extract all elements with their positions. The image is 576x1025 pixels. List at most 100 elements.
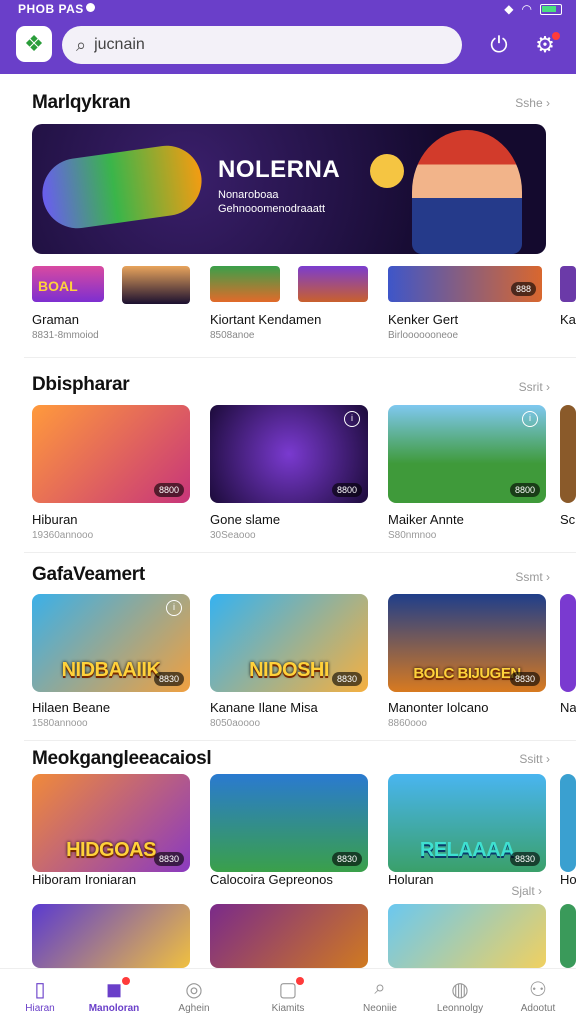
mini-sub: Birlooooooneoe [388, 330, 459, 341]
card-title: Kanane Ilane Misa [210, 700, 318, 715]
card-title: Ho [560, 872, 576, 887]
divider [24, 552, 576, 553]
see-all-link[interactable]: Ssmt › [515, 570, 550, 584]
hero-subtitle: Nonaroboaa Gehnooomenodraaatt [218, 189, 326, 215]
character-illustration [412, 130, 522, 254]
see-all-link[interactable]: Ssrit › [519, 380, 550, 394]
wifi-icon: ◠ [521, 2, 532, 16]
card-sub: 30Seaooo [210, 530, 256, 541]
gamepad-illustration [37, 141, 207, 233]
divider [24, 357, 576, 358]
mini-title: Graman [32, 312, 79, 327]
nav-badge [122, 977, 130, 985]
section-title: GafaVeamert [32, 564, 145, 585]
mini-title: Ka [560, 312, 576, 327]
card-title: Hilaen Beane [32, 700, 111, 715]
card-title: Sc [560, 512, 576, 527]
game-card[interactable]: HIDGOAS 8830 [32, 774, 190, 872]
game-card[interactable]: i 8800 [210, 405, 368, 503]
card-title: Holuran [388, 872, 434, 887]
game-card[interactable]: NIDOSHI 8830 [210, 594, 368, 692]
hero-banner[interactable]: NOLERNA Nonaroboaa Gehnooomenodraaatt [32, 124, 546, 254]
nav-item-neoniie[interactable]: ⌕ Neoniie [340, 969, 420, 1025]
game-card[interactable]: i NIDBAAIIK 8830 [32, 594, 190, 692]
game-card[interactable] [32, 904, 190, 968]
game-card[interactable] [560, 904, 576, 968]
notification-icon: ◆ [504, 2, 514, 16]
section-title: Meokgangleeacaiosl [32, 748, 212, 769]
main-content: Marlqykran Sshe › NOLERNA Nonaroboaa Geh… [0, 74, 576, 968]
info-icon: i [344, 411, 360, 427]
gear-badge [552, 32, 560, 40]
card-title: Gone slame [210, 512, 281, 527]
game-card[interactable] [560, 405, 576, 503]
see-all-link[interactable]: Ssitt › [519, 752, 550, 766]
search-icon: ⌕ [374, 977, 386, 999]
mini-sub: 8831-8mmoiod [32, 330, 99, 341]
mini-thumb[interactable]: BOAL [32, 266, 104, 302]
search-bar[interactable]: ⌕ [62, 26, 462, 64]
game-card[interactable]: 8800 [32, 405, 190, 503]
compass-icon: ◎ [185, 979, 203, 1001]
search-input[interactable] [94, 36, 425, 54]
app-logo-icon[interactable]: ❖ [16, 26, 52, 62]
game-card[interactable]: 8830 [210, 774, 368, 872]
inbox-icon: ▢ [278, 979, 298, 1001]
divider [24, 740, 576, 741]
top-bar: PHOB PAS ◆ ◠ ❖ ⌕ ⏻ ⚙ [0, 0, 576, 74]
game-card[interactable] [560, 774, 576, 872]
home-icon: ◼ [105, 979, 123, 1001]
mini-sub: 8508anoe [210, 330, 255, 341]
game-card[interactable]: RELAAAA 8830 [388, 774, 546, 872]
nav-item-kiamits[interactable]: ▢ Kiamits [248, 969, 328, 1025]
card-sub: 1580annooo [32, 718, 88, 729]
nav-item-manoloran[interactable]: ◼ Manoloran [74, 969, 154, 1025]
game-card[interactable] [210, 904, 368, 968]
info-icon: i [522, 411, 538, 427]
game-card[interactable]: BOLC BIJUGEN 8830 [388, 594, 546, 692]
card-title: Hiburan [32, 512, 78, 527]
nav-item-adootut[interactable]: ⚇ Adootut [498, 969, 576, 1025]
search-icon: ⌕ [76, 34, 87, 55]
nav-item-leonnolgy[interactable]: ◍ Leonnolgy [420, 969, 500, 1025]
mini-strip: BOAL 888 Graman 8831-8mmoiod Kiortant Ke… [0, 266, 576, 356]
status-time: PHOB PAS [18, 2, 84, 16]
nav-badge [296, 977, 304, 985]
card-title: Manonter Iolcano [388, 700, 489, 715]
card-sub: S80nmnoo [388, 530, 437, 541]
card-title: Hiboram Ironiaran [32, 872, 137, 887]
mini-thumb[interactable] [122, 266, 190, 304]
battery-icon [540, 3, 562, 15]
section-title: Marlqykran [32, 92, 131, 113]
see-all-link[interactable]: Sshe › [515, 96, 550, 110]
mini-thumb[interactable]: 888 [388, 266, 542, 302]
profile-icon: ⚇ [529, 979, 547, 1001]
mini-thumb[interactable] [298, 266, 368, 302]
game-card[interactable] [388, 904, 546, 968]
bottom-nav: ▯ Hiaran ◼ Manoloran ◎ Aghein ▢ Kiamits … [0, 968, 576, 1024]
card-sub: 8050aoooo [210, 718, 261, 729]
mini-thumb[interactable] [560, 266, 576, 302]
card-title: Na [560, 700, 576, 715]
mini-title: Kiortant Kendamen [210, 312, 322, 327]
timer-icon[interactable]: ⏻ [486, 32, 512, 58]
status-shield-icon [86, 3, 95, 12]
card-title: Maiker Annte [388, 512, 464, 527]
see-all-link[interactable]: Sjalt › [511, 884, 542, 898]
info-icon: i [166, 600, 182, 616]
status-bar: PHOB PAS ◆ ◠ [0, 0, 576, 18]
game-card[interactable] [560, 594, 576, 692]
hero-title: NOLERNA [218, 156, 341, 183]
card-sub: 8860ooo [388, 718, 427, 729]
section-title: Dbispharar [32, 374, 130, 395]
mini-title: Kenker Gert [388, 312, 459, 327]
nav-item-aghein[interactable]: ◎ Aghein [154, 969, 234, 1025]
card-sub: 19360annooo [32, 530, 94, 541]
game-card[interactable]: i 8800 [388, 405, 546, 503]
mini-thumb[interactable] [210, 266, 280, 302]
nav-item-hiaran[interactable]: ▯ Hiaran [0, 969, 80, 1025]
status-right: ◆ ◠ [504, 2, 562, 16]
bookmark-icon: ▯ [34, 979, 46, 1001]
chat-icon: ◍ [451, 979, 469, 1001]
coin-illustration [370, 154, 404, 188]
